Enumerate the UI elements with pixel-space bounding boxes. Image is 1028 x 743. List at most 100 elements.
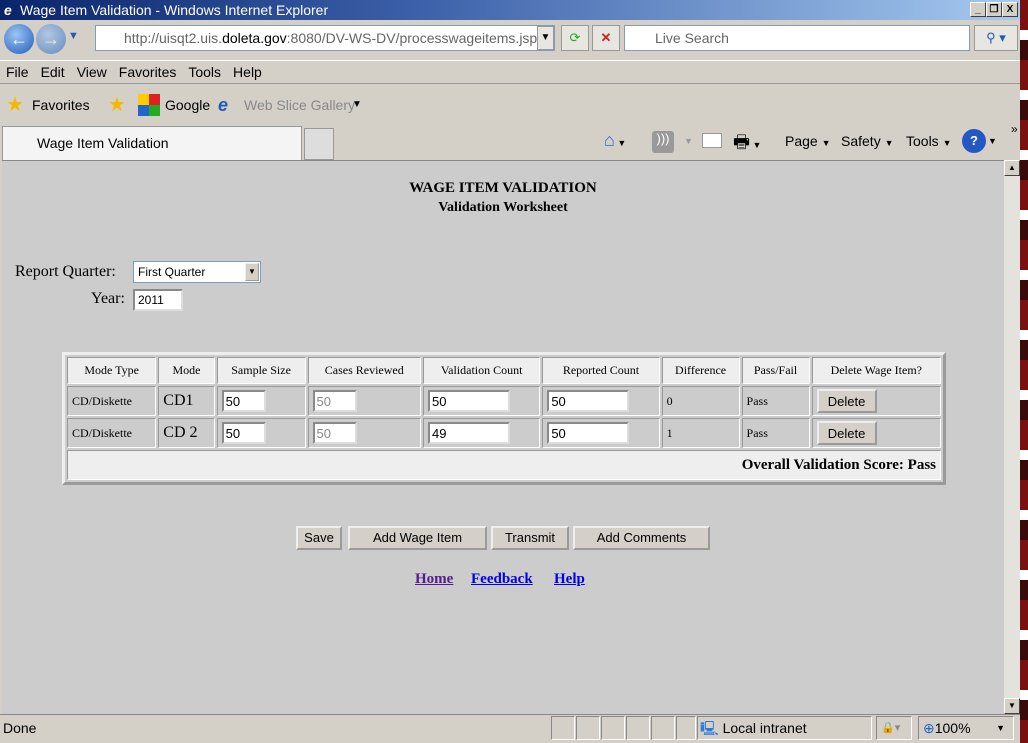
wage-items-table: Mode Type Mode Sample Size Cases Reviewe… — [62, 352, 946, 485]
ie-icon: e — [4, 2, 12, 18]
tools-menu[interactable]: Tools ▼ — [906, 133, 952, 149]
page-title: WAGE ITEM VALIDATION — [409, 180, 597, 196]
save-button[interactable]: Save — [296, 526, 342, 550]
mail-icon[interactable] — [702, 133, 722, 148]
table-row: CD/Diskette CD 2 1 Pass Delete — [67, 418, 941, 448]
status-text: Done — [3, 720, 37, 736]
status-pane — [551, 716, 575, 740]
col-mode: Mode — [158, 357, 215, 384]
feedback-link[interactable]: Feedback — [471, 571, 533, 588]
ie-icon: e — [218, 95, 229, 115]
col-difference: Difference — [661, 357, 740, 384]
search-input[interactable]: Live Search — [624, 25, 970, 51]
web-slice-gallery-link[interactable]: Web Slice Gallery — [244, 88, 355, 122]
print-icon[interactable]: 🖶 ▼ — [733, 130, 761, 160]
validation-count-input[interactable] — [427, 422, 510, 444]
reported-count-input[interactable] — [547, 422, 630, 444]
validation-count-input[interactable] — [427, 390, 510, 412]
help-link[interactable]: Help — [554, 571, 585, 588]
intranet-icon: 🖳 — [700, 720, 719, 736]
page-content: WAGE ITEM VALIDATION Validation Workshee… — [2, 160, 1004, 714]
chevron-down-icon: ▼ — [245, 263, 259, 281]
table-row: CD/Diskette CD1 0 Pass Delete — [67, 386, 941, 416]
safety-menu[interactable]: Safety ▼ — [841, 133, 894, 149]
search-button[interactable]: ⚲ ▾ — [974, 25, 1018, 51]
overall-row: Overall Validation Score: Pass — [67, 450, 941, 480]
home-icon[interactable]: ⌂ ▼ — [604, 130, 626, 151]
feeds-icon[interactable]: ))) — [652, 131, 674, 153]
page-menu[interactable]: Page ▼ — [785, 133, 831, 149]
add-favorites-icon[interactable]: ★ — [108, 88, 126, 122]
scroll-up-button[interactable]: ▲ — [1004, 160, 1020, 176]
security-zone[interactable]: 🖳 Local intranet — [697, 716, 872, 740]
sample-size-input[interactable] — [221, 390, 266, 412]
add-wage-item-button[interactable]: Add Wage Item — [348, 526, 487, 550]
delete-button[interactable]: Delete — [816, 421, 877, 445]
menu-help[interactable]: Help — [233, 61, 262, 83]
tab-wage-item-validation[interactable]: Wage Item Validation — [2, 126, 302, 160]
mode-cell: CD 2 — [158, 418, 215, 448]
pass-fail-cell: Pass — [741, 418, 810, 448]
chevron-down-icon[interactable]: ▼ — [988, 136, 997, 146]
back-button[interactable]: ← — [4, 24, 34, 54]
close-button[interactable]: X — [1002, 2, 1018, 17]
protected-mode-icon[interactable]: 🔒▾ — [876, 716, 912, 740]
overall-validation-score: Overall Validation Score: Pass — [67, 450, 941, 480]
cases-reviewed-input — [312, 422, 357, 444]
more-chevron-icon[interactable]: » — [1011, 122, 1018, 136]
address-bar[interactable]: http://uisqt2.uis.doleta.gov:8080/DV-WS-… — [95, 25, 555, 51]
favorites-bar: ★ Favorites ★ Google e Web Slice Gallery… — [0, 88, 1020, 122]
sample-size-input[interactable] — [221, 422, 266, 444]
mode-type-cell: CD/Diskette — [67, 418, 157, 448]
status-pane — [576, 716, 600, 740]
year-input[interactable]: 2011 — [133, 289, 183, 311]
col-pass-fail: Pass/Fail — [741, 357, 810, 384]
menu-file[interactable]: File — [6, 61, 29, 83]
menu-edit[interactable]: Edit — [41, 61, 65, 83]
menu-view[interactable]: View — [77, 61, 107, 83]
col-cases-reviewed: Cases Reviewed — [307, 357, 421, 384]
scroll-down-button[interactable]: ▼ — [1004, 698, 1020, 714]
col-sample-size: Sample Size — [216, 357, 306, 384]
background-window-edge — [1020, 0, 1028, 743]
mode-type-cell: CD/Diskette — [67, 386, 157, 416]
chevron-down-icon[interactable]: ▼ — [352, 88, 362, 122]
recent-pages-dropdown[interactable]: ▼ — [68, 30, 79, 42]
minimize-button[interactable]: _ — [970, 2, 986, 17]
google-link[interactable]: Google — [165, 88, 210, 122]
delete-button[interactable]: Delete — [816, 389, 877, 413]
add-comments-button[interactable]: Add Comments — [573, 526, 710, 550]
col-validation-count: Validation Count — [422, 357, 541, 384]
chevron-down-icon: ▼ — [996, 723, 1005, 733]
report-quarter-label: Report Quarter: — [15, 263, 116, 280]
reported-count-input[interactable] — [547, 390, 630, 412]
help-icon[interactable]: ? — [962, 129, 986, 153]
status-pane — [676, 716, 696, 740]
new-tab-button[interactable] — [304, 128, 334, 160]
status-pane — [626, 716, 650, 740]
refresh-button[interactable]: ⟳ — [561, 25, 589, 51]
cases-reviewed-input — [312, 390, 357, 412]
transmit-button[interactable]: Transmit — [491, 526, 569, 550]
favorites-button[interactable]: Favorites — [32, 88, 90, 122]
star-icon: ★ — [6, 94, 24, 116]
menu-favorites[interactable]: Favorites — [119, 61, 177, 83]
year-label: Year: — [91, 290, 125, 307]
status-pane — [651, 716, 675, 740]
col-mode-type: Mode Type — [67, 357, 157, 384]
stop-button[interactable]: ✕ — [592, 25, 620, 51]
chevron-down-icon[interactable]: ▼ — [684, 136, 693, 146]
table-header-row: Mode Type Mode Sample Size Cases Reviewe… — [67, 357, 941, 384]
title-bar: e Wage Item Validation - Windows Internet… — [0, 0, 1020, 20]
forward-button[interactable]: → — [36, 24, 66, 54]
col-reported-count: Reported Count — [542, 357, 660, 384]
report-quarter-select[interactable]: First Quarter ▼ — [133, 261, 261, 283]
menu-tools[interactable]: Tools — [188, 61, 221, 83]
zoom-control[interactable]: ⊕100% ▼ — [918, 716, 1014, 740]
col-delete: Delete Wage Item? — [811, 357, 941, 384]
home-link[interactable]: Home — [415, 571, 453, 588]
restore-button[interactable]: ❐ — [986, 2, 1002, 17]
vertical-scrollbar[interactable]: ▲ ▼ — [1004, 160, 1020, 714]
menu-bar: File Edit View Favorites Tools Help — [0, 60, 1020, 84]
address-dropdown[interactable]: ▼ — [537, 26, 554, 50]
